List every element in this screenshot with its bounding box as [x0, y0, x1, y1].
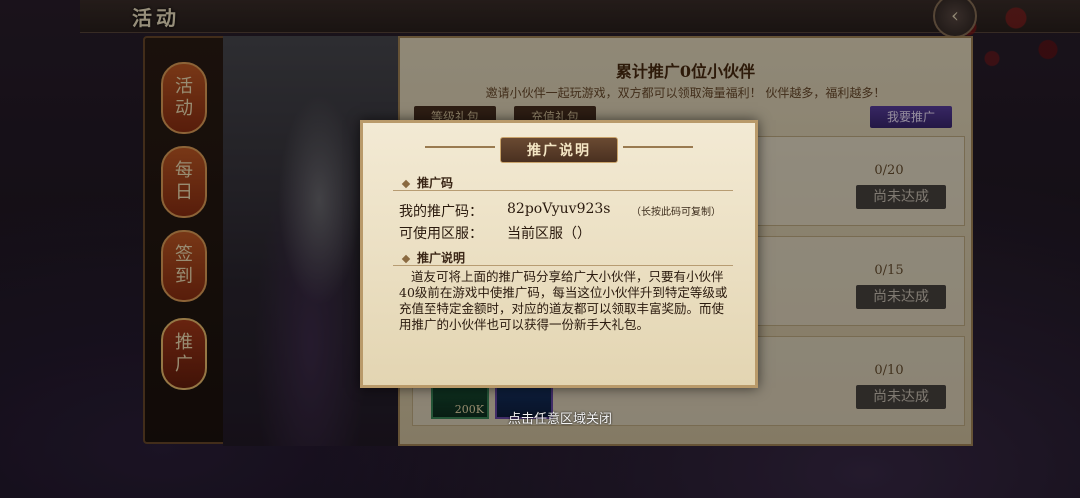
promotion-description: 道友可将上面的推广码分享给广大小伙伴，只要有小伙伴40级前在游戏中使推广码，每当…: [399, 269, 728, 332]
close-hint-text: 点击任意区域关闭: [507, 412, 612, 427]
server-value: 当前区服（）: [507, 226, 591, 242]
close-hint[interactable]: 点击任意区域关闭: [0, 408, 1080, 427]
server-label: 可使用区服：: [399, 226, 483, 242]
promotion-info-dialog: 推广说明 推广码 我的推广码： 82poVyuv923s （长按此码可复制） 可…: [360, 120, 758, 388]
section-title-desc: 推广说明: [417, 251, 466, 265]
copy-hint: （长按此码可复制）: [631, 207, 721, 218]
divider: [393, 190, 733, 191]
dialog-title: 推广说明: [500, 137, 618, 163]
section-title-code: 推广码: [417, 176, 454, 190]
divider: [393, 265, 733, 266]
my-code-label: 我的推广码：: [399, 204, 483, 220]
diamond-icon: [401, 179, 411, 189]
promo-code[interactable]: 82poVyuv923s: [507, 201, 611, 217]
diamond-icon: [401, 254, 411, 264]
